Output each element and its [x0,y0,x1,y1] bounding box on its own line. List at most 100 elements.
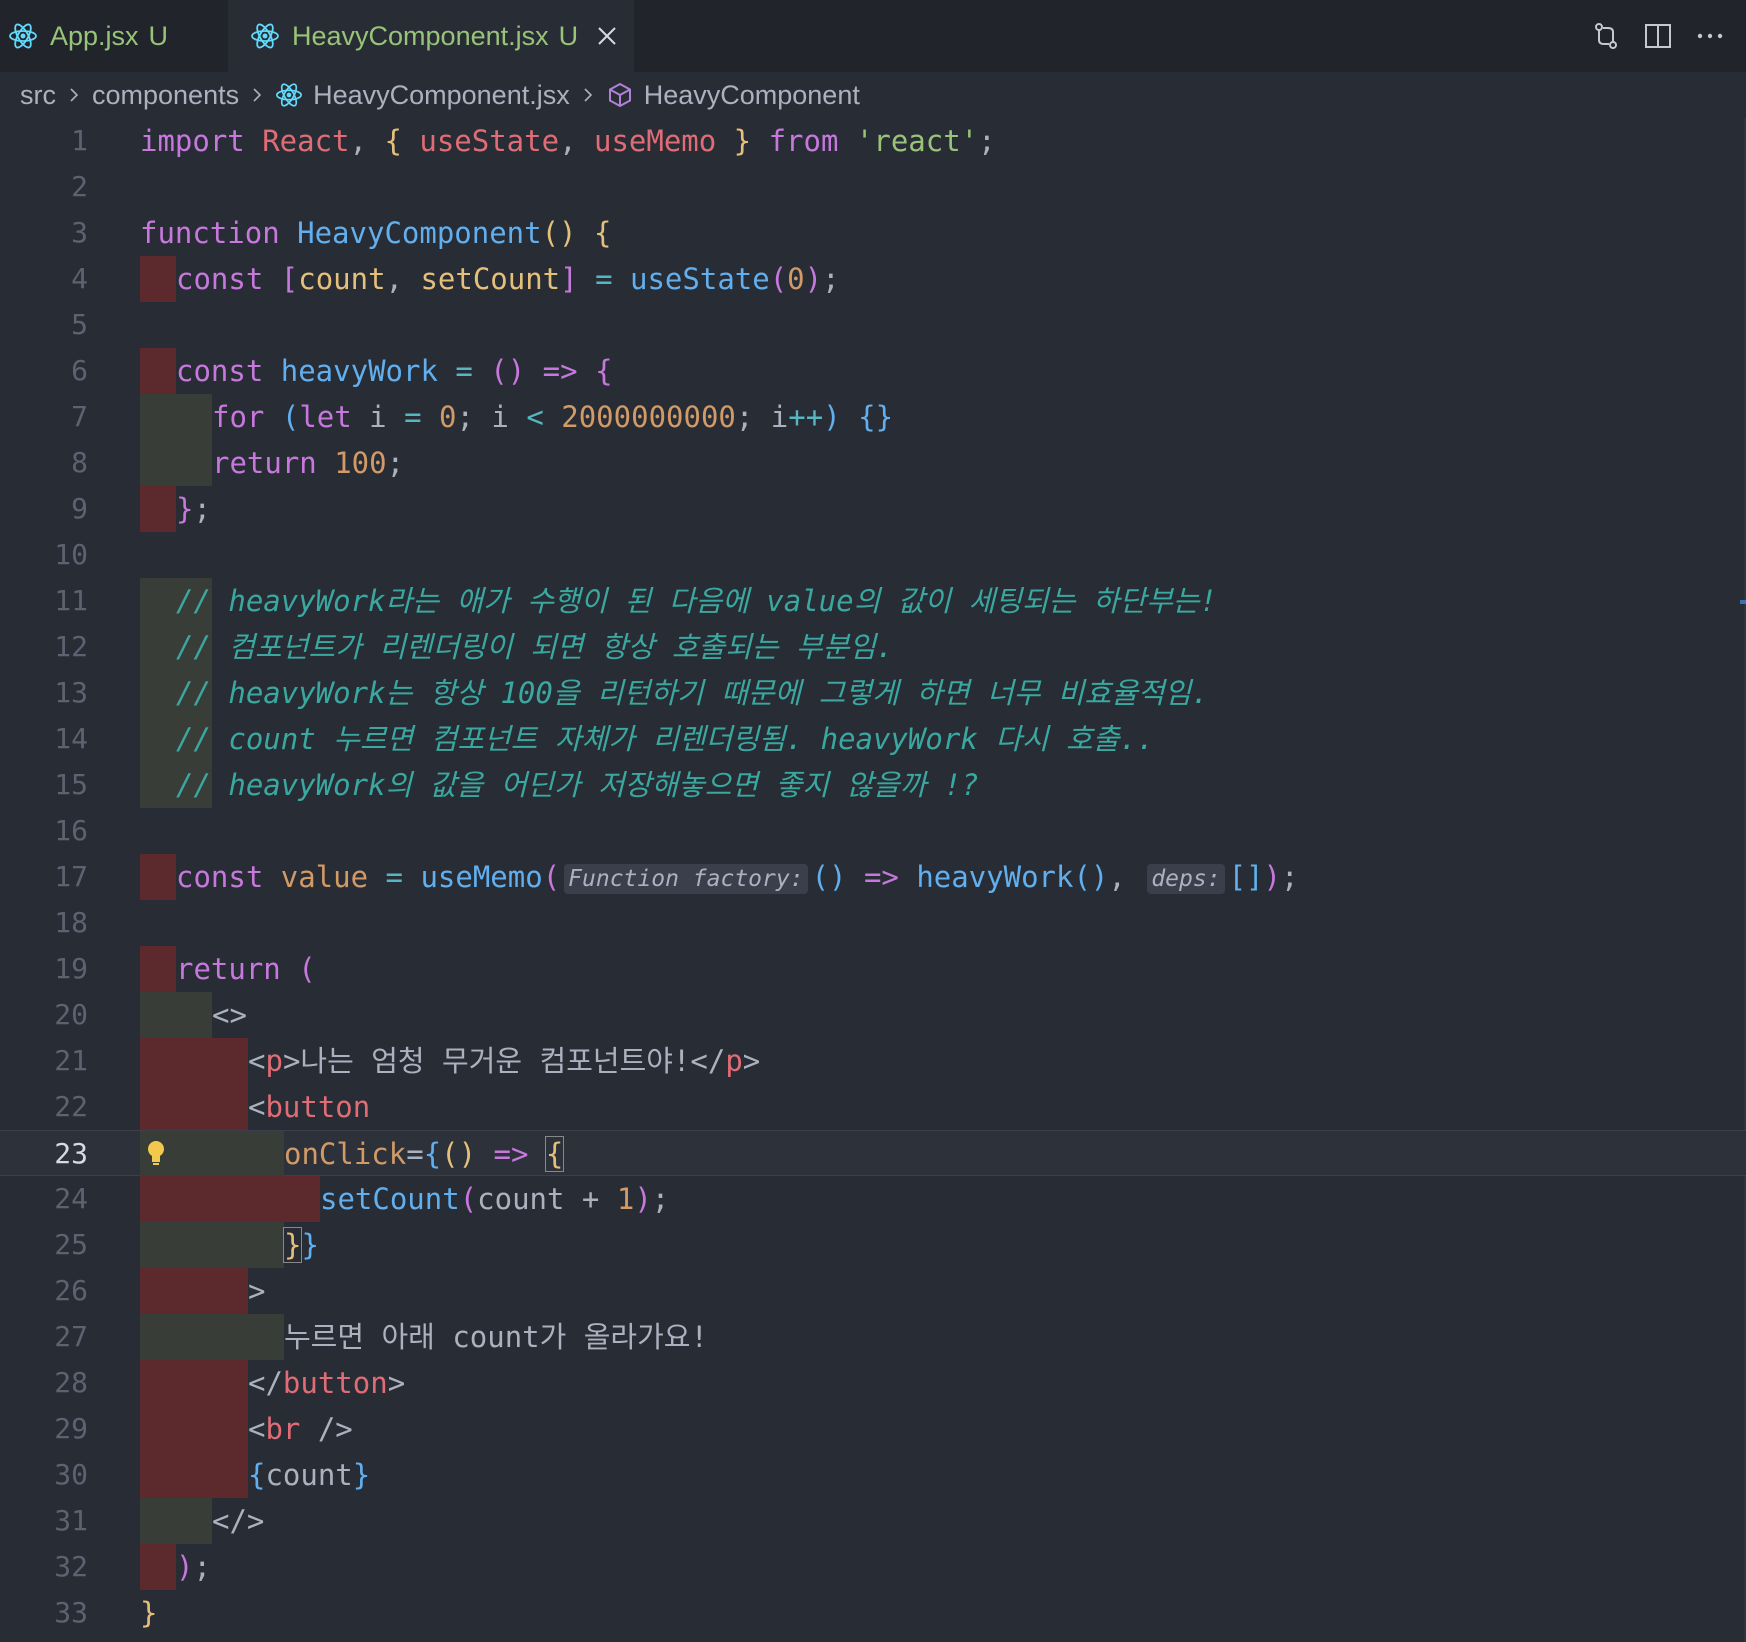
code-line: 20 <> [0,992,1746,1038]
code-line: 4 const [count, setCount] = useState(0); [0,256,1746,302]
code-line: 24 setCount(count + 1); [0,1176,1746,1222]
code-line: 10 [0,532,1746,578]
indent-guide [140,1406,248,1452]
line-number: 31 [54,1504,88,1537]
line-number: 20 [54,998,88,1031]
code-line: 6 const heavyWork = () => { [0,348,1746,394]
tab-bar: App.jsx U HeavyComponent.jsx U [0,0,1746,72]
breadcrumb-item[interactable]: components [92,80,239,111]
indent-guide [140,394,212,440]
line-number: 29 [54,1412,88,1445]
react-icon [251,23,279,49]
tab-label: HeavyComponent.jsx [292,20,549,51]
react-icon [276,83,303,107]
line-number: 26 [54,1274,88,1307]
indent-guide [140,1038,248,1084]
breadcrumb-item[interactable]: src [20,80,56,111]
inlay-hint: deps: [1147,864,1225,894]
breadcrumb-item[interactable]: HeavyComponent [644,80,860,111]
code-line: 13 // heavyWork는 항상 100을 리턴하기 때문에 그렇게 하면… [0,670,1746,716]
lightbulb-icon[interactable] [146,1139,166,1167]
line-number: 21 [54,1044,88,1077]
breadcrumb-item[interactable]: HeavyComponent.jsx [313,80,570,111]
line-number: 4 [71,262,88,295]
code-text: <p>나는 엄청 무거운 컴포넌트야!</p> [248,1044,761,1078]
code-text: ); [176,1550,211,1584]
indent-guide [140,1222,284,1268]
indent-guide [140,256,176,302]
indent-guide [140,348,176,394]
code-text: const heavyWork = () => { [176,354,613,388]
tab-label: App.jsx [50,20,139,51]
line-number: 28 [54,1366,88,1399]
code-line: 16 [0,808,1746,854]
code-text: return ( [176,952,316,986]
line-number: 2 [71,170,88,203]
line-number: 12 [54,630,88,663]
line-number: 6 [71,354,88,387]
code-line: 18 [0,900,1746,946]
code-line: 32 ); [0,1544,1746,1590]
tab-status: U [558,20,579,51]
code-comment: // heavyWork라는 애가 수행이 된 다음에 value의 값이 세팅… [176,584,1217,618]
code-text: <button [248,1090,371,1124]
code-line: 8 return 100; [0,440,1746,486]
line-number: 18 [54,906,88,939]
tab-heavycomponent-jsx[interactable]: HeavyComponent.jsx U [228,0,634,72]
code-text: function HeavyComponent() { [140,216,612,250]
code-editor[interactable]: 1 import React, { useState, useMemo } fr… [0,118,1746,1642]
chevron-right-icon [584,88,592,102]
code-line: 9 }; [0,486,1746,532]
more-actions-icon[interactable] [1694,20,1726,52]
indent-guide [140,1084,248,1130]
indent-guide [140,1176,320,1222]
code-comment: // heavyWork의 값을 어딘가 저장해놓으면 좋지 않을까 !? [176,768,979,802]
code-text: }} [282,1227,319,1263]
line-number: 22 [54,1090,88,1123]
code-line: 30 {count} [0,1452,1746,1498]
chevron-right-icon [253,88,262,102]
line-number: 14 [54,722,88,755]
code-text: return 100; [212,446,405,480]
chevron-right-icon [70,88,79,102]
line-number: 33 [54,1596,88,1629]
inlay-hint: Function factory: [564,864,808,894]
indent-guide [140,1314,284,1360]
compare-changes-icon[interactable] [1590,20,1622,52]
code-text: onClick={() => { [284,1136,565,1172]
line-number: 8 [71,446,88,479]
code-line: 14 // count 누르면 컴포넌트 자체가 리렌더링됨. heavyWor… [0,716,1746,762]
close-icon[interactable] [596,25,618,47]
indent-guide [140,992,212,1038]
line-number: 23 [54,1137,88,1170]
code-text: const [count, setCount] = useState(0); [176,262,840,296]
code-line: 29 <br /> [0,1406,1746,1452]
indent-guide [140,854,176,900]
line-number: 10 [54,538,88,571]
code-comment: // 컴포넌트가 리렌더링이 되면 항상 호출되는 부분임. [176,630,894,664]
code-line: 7 for (let i = 0; i < 2000000000; i++) {… [0,394,1746,440]
line-number: 9 [71,492,88,525]
code-line: 22 <button [0,1084,1746,1130]
line-number: 27 [54,1320,88,1353]
tab-app-jsx[interactable]: App.jsx U [0,0,228,72]
line-number: 25 [54,1228,88,1261]
indent-guide [140,440,212,486]
code-line: 26 > [0,1268,1746,1314]
code-line: 15 // heavyWork의 값을 어딘가 저장해놓으면 좋지 않을까 !? [0,762,1746,808]
split-editor-icon[interactable] [1642,20,1674,52]
indent-guide [140,486,176,532]
code-comment: // heavyWork는 항상 100을 리턴하기 때문에 그렇게 하면 너무… [176,676,1209,710]
line-number: 5 [71,308,88,341]
code-line: 33 } [0,1590,1746,1636]
indent-guide [140,1498,212,1544]
code-text: 누르면 아래 count가 올라가요! [284,1320,708,1354]
code-text: const value = useMemo(Function factory:(… [176,860,1299,894]
line-number: 16 [54,814,88,847]
editor-actions [1590,0,1746,72]
code-text: import React, { useState, useMemo } from… [140,124,996,158]
code-line: 17 const value = useMemo(Function factor… [0,854,1746,900]
code-line: 12 // 컴포넌트가 리렌더링이 되면 항상 호출되는 부분임. [0,624,1746,670]
code-text: </> [212,1504,265,1538]
code-text: </button> [248,1366,406,1400]
